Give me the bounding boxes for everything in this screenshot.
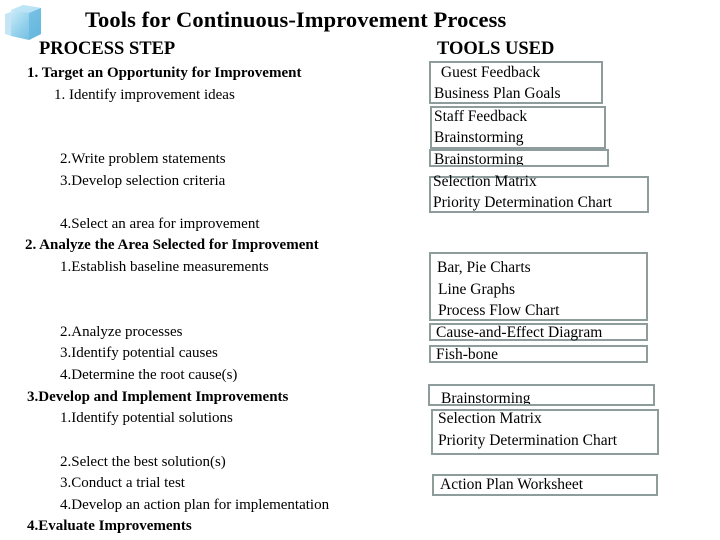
tool-box: Guest Feedback Business Plan Goals (429, 61, 603, 104)
step-main-2: 2. Analyze the Area Selected for Improve… (25, 237, 319, 253)
tool-item: Fish-bone (436, 346, 498, 363)
step-sub-2-2: 2.Analyze processes (60, 324, 183, 340)
tool-item: Action Plan Worksheet (440, 476, 584, 493)
tool-item: Line Graphs (438, 281, 516, 298)
tool-item: Cause-and-Effect Diagram (436, 324, 603, 341)
tool-box: Staff Feedback Brainstorming (430, 106, 606, 149)
cube-icon (3, 4, 43, 42)
step-sub-2-3: 3.Identify potential causes (60, 345, 218, 361)
tool-box: Cause-and-Effect Diagram (429, 323, 648, 341)
step-main-1: 1. Target an Opportunity for Improvement (27, 65, 302, 81)
tool-item: Staff Feedback (434, 108, 528, 125)
tool-item: Brainstorming (434, 151, 524, 167)
tool-box: Selection Matrix Priority Determination … (429, 173, 649, 213)
tool-item: Selection Matrix (438, 410, 542, 427)
step-sub-1-1: 1. Identify improvement ideas (54, 87, 235, 103)
tool-item: Selection Matrix (433, 173, 537, 190)
tool-item: Priority Determination Chart (433, 194, 613, 211)
step-main-4: 4.Evaluate Improvements (27, 518, 192, 534)
step-sub-1-3: 3.Develop selection criteria (60, 173, 226, 189)
step-sub-3-1: 1.Identify potential solutions (60, 410, 233, 426)
tool-item: Business Plan Goals (434, 85, 561, 102)
step-main-3: 3.Develop and Implement Improvements (27, 389, 289, 405)
tool-box: Fish-bone (429, 345, 648, 363)
tool-box: Bar, Pie Charts Line Graphs Process Flow… (429, 252, 648, 321)
page-title: Tools for Continuous-Improvement Process (85, 7, 507, 32)
step-sub-3-4: 4.Develop an action plan for implementat… (60, 497, 330, 513)
step-sub-1-4: 4.Select an area for improvement (60, 216, 260, 232)
tool-item: Brainstorming (441, 390, 531, 406)
step-sub-3-3: 3.Conduct a trial test (60, 475, 185, 491)
step-sub-2-4: 4.Determine the root cause(s) (60, 367, 238, 383)
step-sub-2-1: 1.Establish baseline measurements (60, 259, 269, 275)
tool-box: Selection Matrix Priority Determination … (431, 409, 659, 455)
tool-item: Process Flow Chart (438, 302, 560, 319)
tools-used-header: TOOLS USED (437, 39, 555, 59)
tool-item: Bar, Pie Charts (437, 259, 531, 276)
tool-box: Brainstorming (428, 384, 655, 406)
tool-item: Guest Feedback (437, 64, 541, 81)
tool-box: Brainstorming (429, 149, 609, 167)
step-sub-1-2: 2.Write problem statements (60, 151, 226, 167)
tool-item: Priority Determination Chart (438, 432, 618, 449)
tool-box: Action Plan Worksheet (432, 474, 658, 496)
tool-item: Brainstorming (434, 129, 524, 146)
step-sub-3-2: 2.Select the best solution(s) (60, 454, 226, 470)
process-step-header: PROCESS STEP (39, 39, 176, 59)
